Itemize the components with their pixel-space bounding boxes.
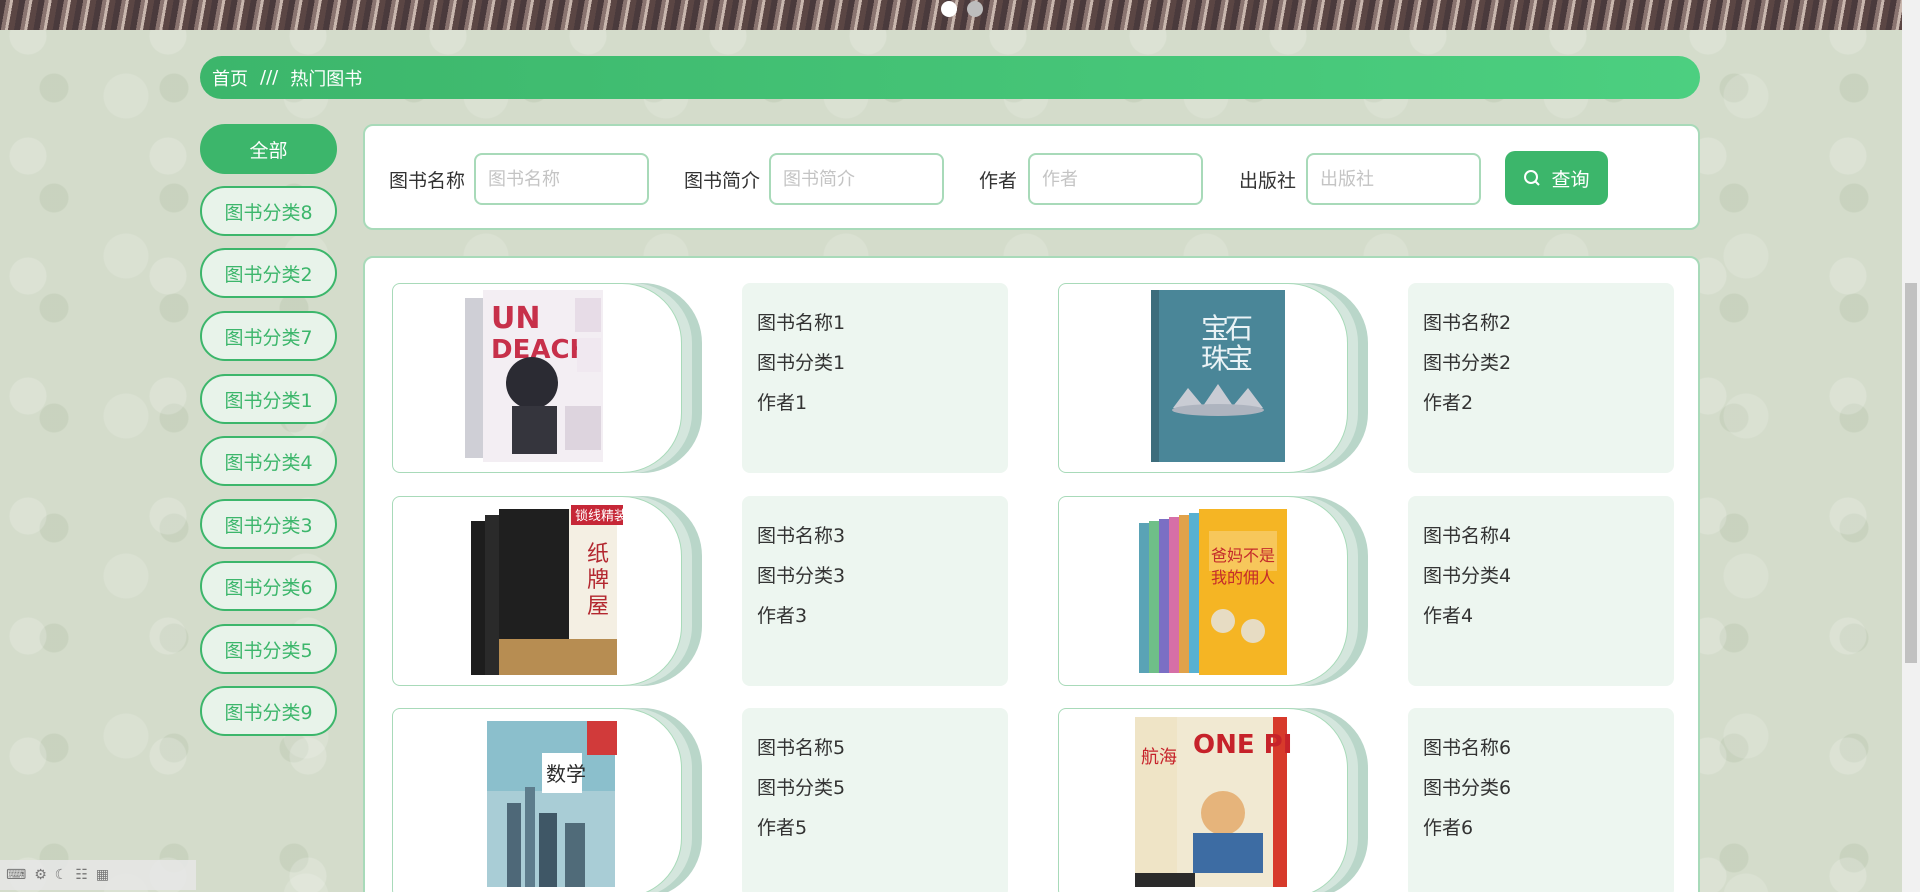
book-intro-label: 图书简介 [684,170,761,192]
book-name: 图书名称4 [1423,525,1512,547]
book-cover[interactable]: 宝 石 珠 宝 [1058,283,1348,473]
carousel-dot-active[interactable] [941,1,957,17]
book-info[interactable]: 图书名称5 图书分类5 作者5 [742,708,1008,892]
book-card[interactable]: ONE PIECE 航海 [1058,708,1368,892]
svg-text:我的佣人: 我的佣人 [1211,568,1275,587]
book-author: 作者2 [1423,392,1474,414]
book-author: 作者5 [757,817,808,839]
publisher-label: 出版社 [1239,170,1297,192]
book-name-input[interactable] [474,153,649,205]
book-cover-image: 宝 石 珠 宝 [1151,290,1285,462]
book-cover[interactable]: 数学 [392,708,682,892]
svg-text:石: 石 [1225,312,1253,345]
category-button[interactable]: 图书分类8 [200,186,337,236]
svg-text:锁线精装: 锁线精装 [575,508,627,524]
book-category: 图书分类2 [1423,352,1512,374]
query-label: 查询 [1551,168,1590,191]
scrollbar-thumb[interactable] [1905,283,1917,663]
book-name: 图书名称6 [1423,737,1512,759]
book-author: 作者4 [1423,605,1474,627]
svg-text:屋: 屋 [587,594,609,619]
author-label: 作者 [979,170,1018,192]
category-button[interactable]: 图书分类1 [200,374,337,424]
soft-keyboard-icon[interactable]: ☷ [75,867,88,883]
keyboard-icon[interactable]: ⌨ [6,867,26,883]
book-info[interactable]: 图书名称4 图书分类4 作者4 [1408,496,1674,686]
author-input[interactable] [1028,153,1203,205]
category-button[interactable]: 图书分类9 [200,686,337,736]
svg-text:UN: UN [491,301,540,336]
category-button[interactable]: 图书分类7 [200,311,337,361]
book-cover[interactable]: 爸妈不是 我的佣人 [1058,496,1348,686]
book-author: 作者6 [1423,817,1474,839]
settings-icon[interactable]: ▦ [96,867,109,883]
book-category: 图书分类5 [757,777,846,799]
book-cover-image: 数学 [487,721,617,887]
book-cover[interactable]: 锁线精装 纸 牌 屋 [392,496,682,686]
book-name: 图书名称3 [757,525,846,547]
search-panel: 图书名称 图书简介 作者 出版社 查询 [363,124,1700,230]
book-name: 图书名称2 [1423,312,1512,334]
book-cover[interactable]: ONE PIECE 航海 [1058,708,1348,892]
book-card[interactable]: 宝 石 珠 宝 [1058,283,1368,473]
book-cover-image: ONE PIECE 航海 [1135,717,1293,887]
book-card[interactable]: UN DEACH [392,283,702,473]
book-category: 图书分类3 [757,565,846,587]
category-button[interactable]: 图书分类3 [200,499,337,549]
breadcrumb-home[interactable]: 首页 [212,65,248,91]
ime-toolbar: ⌨ ⚙ ☾ ☷ ▦ [0,860,196,890]
svg-text:纸: 纸 [587,542,609,567]
search-icon [1524,170,1541,186]
category-button[interactable]: 图书分类2 [200,248,337,298]
breadcrumb-separator: /// [260,67,279,88]
book-cover-image: 爸妈不是 我的佣人 [1139,509,1287,675]
book-card[interactable]: 数学 [392,708,702,892]
breadcrumb: 首页 /// 热门图书 [200,56,1700,99]
svg-text:ONE PIECE: ONE PIECE [1193,730,1293,760]
book-info[interactable]: 图书名称6 图书分类6 作者6 [1408,708,1674,892]
punctuation-icon[interactable]: ☾ [55,867,68,883]
svg-text:牌: 牌 [587,568,609,593]
book-info[interactable]: 图书名称3 图书分类3 作者3 [742,496,1008,686]
svg-text:数学: 数学 [546,762,586,786]
svg-text:爸妈不是: 爸妈不是 [1211,546,1275,565]
book-intro-input[interactable] [769,153,944,205]
ime-icon[interactable]: ⚙ [34,867,47,883]
svg-text:航海: 航海 [1141,747,1177,768]
book-cover[interactable]: UN DEACH [392,283,682,473]
category-button[interactable]: 图书分类5 [200,624,337,674]
book-card[interactable]: 锁线精装 纸 牌 屋 [392,496,702,686]
book-category: 图书分类1 [757,352,846,374]
category-button[interactable]: 图书分类4 [200,436,337,486]
breadcrumb-current: 热门图书 [290,68,363,90]
category-all-button[interactable]: 全部 [200,124,337,174]
book-card[interactable]: 爸妈不是 我的佣人 [1058,496,1368,686]
book-list-panel: UN DEACH 图书名称1 图书分类1 作者1 宝 石 珠 宝 图书名称2 图… [363,256,1700,892]
svg-text:宝: 宝 [1225,342,1253,375]
page-scrollbar[interactable] [1902,0,1920,892]
book-author: 作者1 [757,392,808,414]
book-cover-image: 锁线精装 纸 牌 屋 [471,505,627,675]
carousel-dot[interactable] [967,1,983,17]
book-category: 图书分类4 [1423,565,1512,587]
book-name: 图书名称5 [757,737,846,759]
banner-carousel [0,0,1902,30]
book-info[interactable]: 图书名称2 图书分类2 作者2 [1408,283,1674,473]
book-category: 图书分类6 [1423,777,1512,799]
book-name-label: 图书名称 [389,170,466,192]
book-name: 图书名称1 [757,312,846,334]
publisher-input[interactable] [1306,153,1481,205]
query-button[interactable]: 查询 [1505,151,1608,205]
book-info[interactable]: 图书名称1 图书分类1 作者1 [742,283,1008,473]
book-author: 作者3 [757,605,808,627]
book-cover-image: UN DEACH [465,290,603,462]
category-button[interactable]: 图书分类6 [200,561,337,611]
